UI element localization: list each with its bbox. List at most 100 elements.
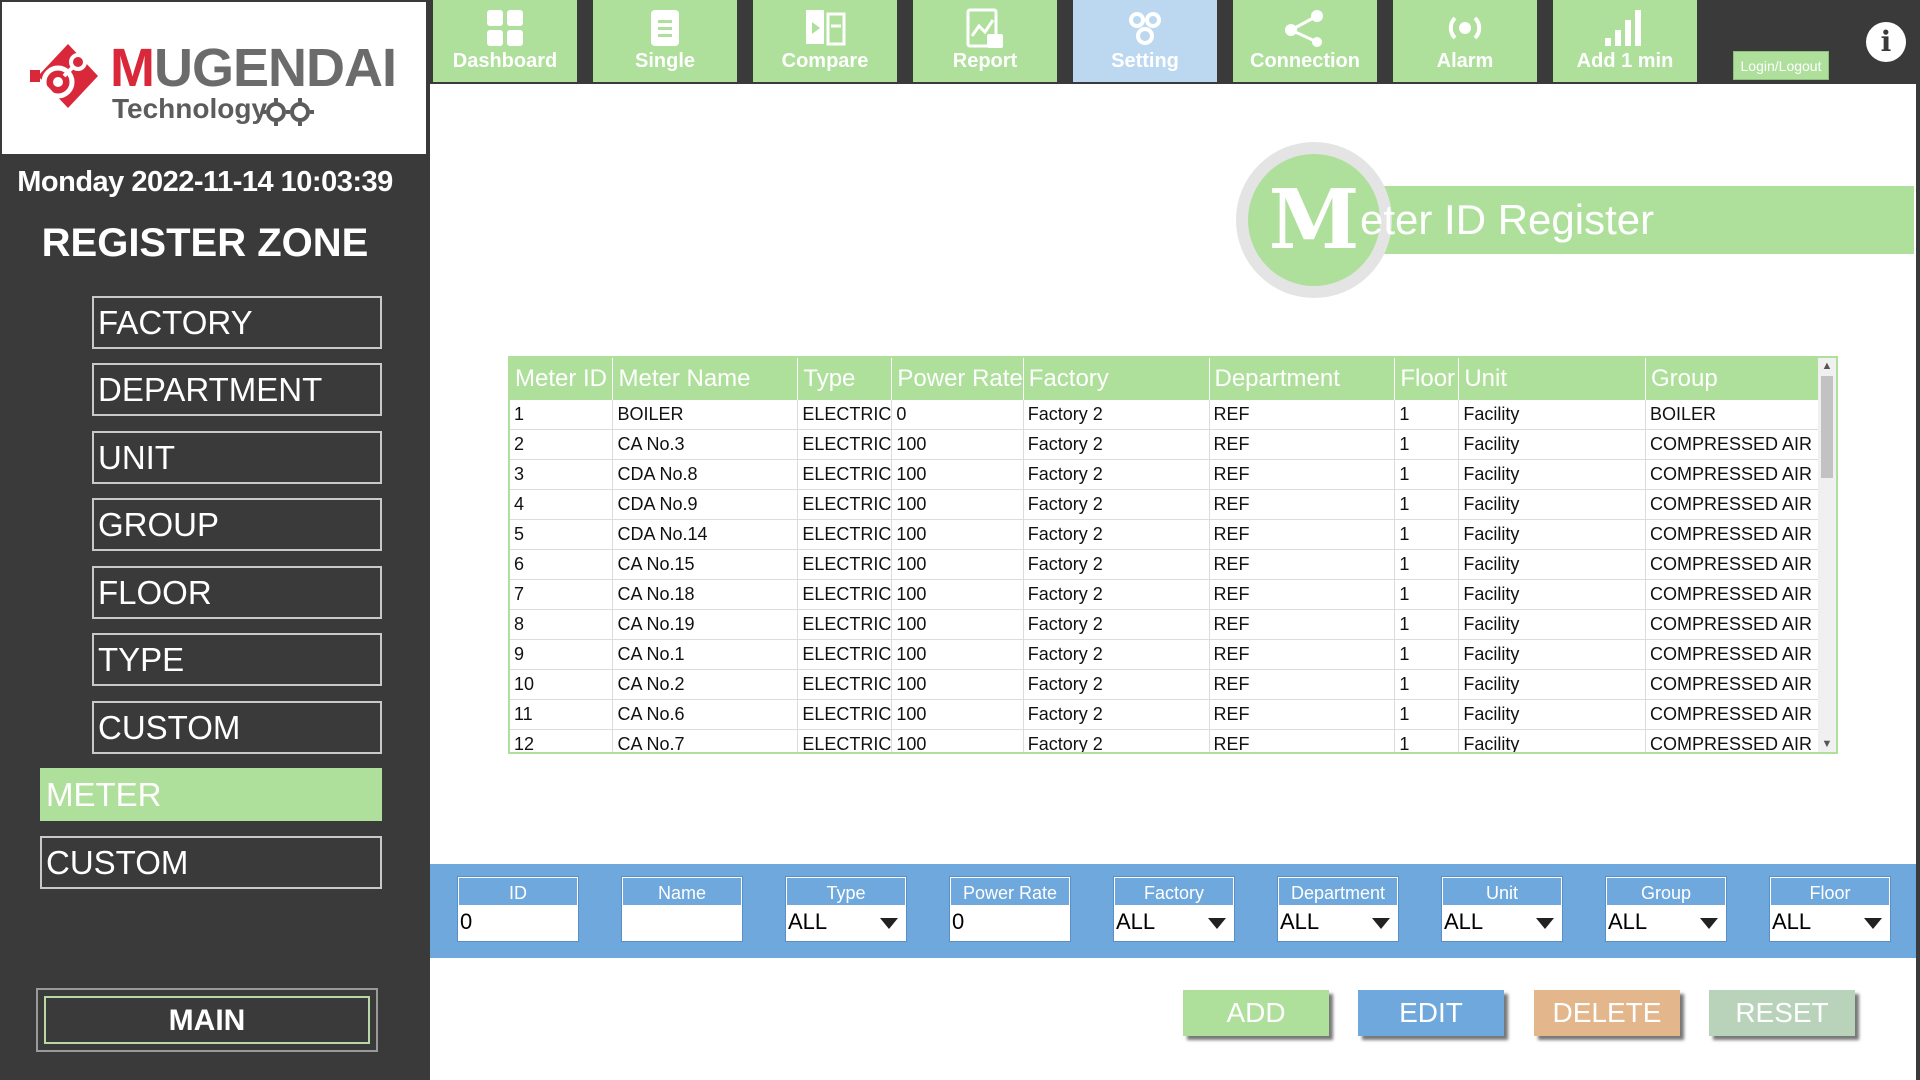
filter-floor[interactable]: Floor ALL <box>1769 876 1891 942</box>
filter-group-select[interactable]: ALL <box>1608 907 1647 937</box>
column-header[interactable]: Meter ID <box>510 358 614 400</box>
table-row[interactable]: 4 CDA No.9 ELECTRIC 100 Factory 2 REF 1 Facilit… <box>510 489 1836 520</box>
sidebar-item-custom-meter[interactable]: CUSTOM <box>40 836 382 889</box>
table-row[interactable]: 6 CA No.15 ELECTRIC 100 Factory 2 REF 1 Facilit… <box>510 549 1836 580</box>
filter-power-rate-input[interactable]: 0 <box>952 907 964 937</box>
column-header[interactable]: Group <box>1645 358 1836 400</box>
filter-name[interactable]: Name <box>621 876 743 942</box>
nav-single[interactable]: Single <box>593 0 737 82</box>
column-header[interactable]: Factory <box>1023 358 1210 400</box>
table-cell: Factory 2 <box>1023 429 1210 460</box>
filter-power-rate[interactable]: Power Rate 0 <box>949 876 1071 942</box>
filter-department-select[interactable]: ALL <box>1280 907 1319 937</box>
nav-add-1-min[interactable]: Add 1 min <box>1553 0 1697 82</box>
table-cell: REF <box>1209 459 1396 490</box>
table-cell: COMPRESSED AIR <box>1645 549 1836 580</box>
sidebar-item-group[interactable]: GROUP <box>92 498 382 551</box>
table-row[interactable]: 8 CA No.19 ELECTRIC 100 Factory 2 REF 1 Facilit… <box>510 609 1836 640</box>
table-cell: 7 <box>510 579 614 610</box>
table-scrollbar[interactable]: ▲ ▼ <box>1818 358 1836 752</box>
table-cell: 100 <box>891 429 1024 460</box>
dropdown-arrow-icon[interactable] <box>1864 918 1882 929</box>
sidebar-item-department[interactable]: DEPARTMENT <box>92 363 382 416</box>
delete-button[interactable]: DELETE <box>1534 990 1680 1036</box>
dropdown-arrow-icon[interactable] <box>880 918 898 929</box>
filter-factory[interactable]: Factory ALL <box>1113 876 1235 942</box>
table-cell: Facility <box>1458 549 1647 580</box>
filter-id-input[interactable]: 0 <box>460 907 472 937</box>
table-cell: 2 <box>510 429 614 460</box>
table-row[interactable]: 11 CA No.6 ELECTRIC 100 Factory 2 REF 1 Facilit… <box>510 699 1836 730</box>
dropdown-arrow-icon[interactable] <box>1372 918 1390 929</box>
column-header[interactable]: Meter Name <box>612 358 799 400</box>
table-row[interactable]: 5 CDA No.14 ELECTRIC 100 Factory 2 REF 1 Facili… <box>510 519 1836 550</box>
filter-type-select[interactable]: ALL <box>788 907 827 937</box>
table-cell: ELECTRIC <box>797 669 893 700</box>
table-row[interactable]: 7 CA No.18 ELECTRIC 100 Factory 2 REF 1 Facilit… <box>510 579 1836 610</box>
filter-id[interactable]: ID 0 <box>457 876 579 942</box>
table-cell: Facility <box>1458 729 1647 752</box>
nav-alarm[interactable]: Alarm <box>1393 0 1537 82</box>
scrollbar-thumb[interactable] <box>1821 376 1833 478</box>
filter-label: Unit <box>1442 877 1562 905</box>
sidebar-item-custom[interactable]: CUSTOM <box>92 701 382 754</box>
nav-compare[interactable]: Compare <box>753 0 897 82</box>
top-navbar: Dashboard Single Compare Report Setting … <box>430 0 1920 84</box>
table-cell: Facility <box>1458 459 1647 490</box>
main-button[interactable]: MAIN <box>44 996 370 1044</box>
add-button[interactable]: ADD <box>1183 990 1329 1036</box>
table-cell: ELECTRIC <box>797 429 893 460</box>
nav-dashboard[interactable]: Dashboard <box>433 0 577 82</box>
nav-connection[interactable]: Connection <box>1233 0 1377 82</box>
table-row[interactable]: 12 CA No.7 ELECTRIC 100 Factory 2 REF 1 Facilit… <box>510 729 1836 752</box>
column-header[interactable]: Type <box>797 358 893 400</box>
reset-button[interactable]: RESET <box>1709 990 1855 1036</box>
sidebar-item-factory[interactable]: FACTORY <box>92 296 382 349</box>
edit-button[interactable]: EDIT <box>1358 990 1504 1036</box>
table-cell: 100 <box>891 609 1024 640</box>
dropdown-arrow-icon[interactable] <box>1700 918 1718 929</box>
nav-report[interactable]: Report <box>913 0 1057 82</box>
sidebar-item-meter[interactable]: METER <box>40 768 382 821</box>
table-row[interactable]: 10 CA No.2 ELECTRIC 100 Factory 2 REF 1 Facilit… <box>510 669 1836 700</box>
login-logout-button[interactable]: Login/Logout <box>1733 51 1829 80</box>
column-header[interactable]: Department <box>1209 358 1396 400</box>
signal-bars-icon <box>1605 10 1641 46</box>
filter-floor-select[interactable]: ALL <box>1772 907 1811 937</box>
column-header[interactable]: Power Rate <box>891 358 1024 400</box>
table-row[interactable]: 3 CDA No.8 ELECTRIC 100 Factory 2 REF 1 Facilit… <box>510 459 1836 490</box>
table-cell: 8 <box>510 609 614 640</box>
sidebar-item-floor[interactable]: FLOOR <box>92 566 382 619</box>
table-cell: Factory 2 <box>1023 669 1210 700</box>
table-cell: CDA No.8 <box>612 459 799 490</box>
table-cell: REF <box>1209 489 1396 520</box>
sidebar-item-unit[interactable]: UNIT <box>92 431 382 484</box>
table-cell: ELECTRIC <box>797 459 893 490</box>
table-row[interactable]: 9 CA No.1 ELECTRIC 100 Factory 2 REF 1 Facility… <box>510 639 1836 670</box>
filter-unit-select[interactable]: ALL <box>1444 907 1483 937</box>
dropdown-arrow-icon[interactable] <box>1208 918 1226 929</box>
scroll-up-icon[interactable]: ▲ <box>1818 358 1836 374</box>
table-row[interactable]: 1 BOILER ELECTRIC 0 Factory 2 REF 1 Facility BOI… <box>510 400 1836 430</box>
table-cell: CA No.15 <box>612 549 799 580</box>
filter-label: Name <box>622 877 742 905</box>
info-icon[interactable]: i <box>1866 22 1906 62</box>
filter-unit[interactable]: Unit ALL <box>1441 876 1563 942</box>
filter-group[interactable]: Group ALL <box>1605 876 1727 942</box>
dropdown-arrow-icon[interactable] <box>1536 918 1554 929</box>
table-row[interactable]: 2 CA No.3 ELECTRIC 100 Factory 2 REF 1 Facility… <box>510 429 1836 460</box>
zone-title: REGISTER ZONE <box>41 221 369 265</box>
meter-table[interactable]: Meter ID Meter Name Type Power Rate Fact… <box>508 356 1838 754</box>
filter-department[interactable]: Department ALL <box>1277 876 1399 942</box>
table-cell: ELECTRIC <box>797 699 893 730</box>
column-header[interactable]: Floor <box>1394 358 1460 400</box>
filter-factory-select[interactable]: ALL <box>1116 907 1155 937</box>
column-header[interactable]: Unit <box>1458 358 1647 400</box>
scroll-down-icon[interactable]: ▼ <box>1818 736 1836 752</box>
table-cell: 9 <box>510 639 614 670</box>
table-cell: COMPRESSED AIR <box>1645 459 1836 490</box>
table-cell: 6 <box>510 549 614 580</box>
sidebar-item-type[interactable]: TYPE <box>92 633 382 686</box>
filter-type[interactable]: Type ALL <box>785 876 907 942</box>
nav-setting[interactable]: Setting <box>1073 0 1217 82</box>
